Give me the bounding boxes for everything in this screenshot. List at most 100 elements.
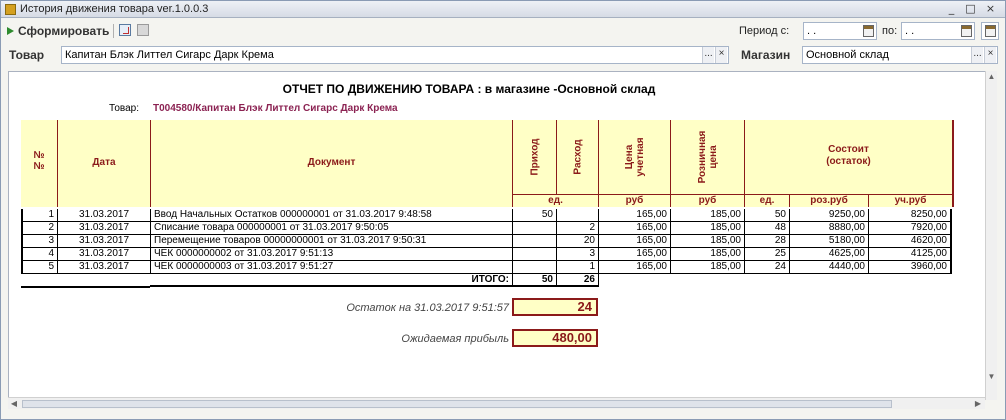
period-from-input[interactable]: . . [803,22,877,40]
cell-date: 31.03.2017 [57,222,150,235]
cell-doc: Перемещение товаров 00000000001 от 31.03… [150,235,512,248]
period-to-value: . . [905,25,915,37]
total-label: ИТОГО: [150,274,512,287]
cell-date: 31.03.2017 [57,235,150,248]
remainder-value: 24 [512,298,598,316]
goods-clear-button[interactable]: × [715,47,727,63]
cell-bal-retail: 4625,00 [789,248,868,261]
cell-num: 1 [21,209,57,222]
cell-bal-qty: 28 [744,235,789,248]
cell-cost: 165,00 [598,235,670,248]
header-document: Документ [150,120,512,207]
header-expense: Расход [556,120,598,194]
scroll-down-icon[interactable]: ▼ [986,371,997,383]
print-icon[interactable] [137,24,149,36]
toolbar: Сформировать Период с: . . по: . . [1,19,1005,43]
profit-value: 480,00 [512,329,598,347]
goods-value: Капитан Блэк Литтел Сигарс Дарк Крема [65,49,274,61]
store-input[interactable]: Основной склад ... × [802,46,998,64]
store-select-button[interactable]: ... [971,47,983,63]
cell-bal-cost: 4620,00 [868,235,952,248]
report-area[interactable]: ОТЧЕТ ПО ДВИЖЕНИЮ ТОВАРА : в магазине -О… [8,71,996,400]
cell-cost: 165,00 [598,248,670,261]
cell-income [512,222,556,235]
window-title: История движения товара ver.1.0.0.3 [20,3,209,15]
total-divider [21,286,150,288]
cell-bal-qty: 25 [744,248,789,261]
header-cost-price: Цена учетная [598,120,670,194]
cell-num: 4 [21,248,57,261]
toolbar-separator [113,24,114,38]
cell-bal-cost: 8250,00 [868,209,952,222]
profit-label: Ожидаемая прибыль [401,333,509,345]
calendar-icon [985,25,996,37]
store-value: Основной склад [806,49,889,61]
settings-icon[interactable] [119,24,131,36]
cell-bal-qty: 24 [744,261,789,274]
cell-income [512,261,556,274]
calendar-icon[interactable] [961,25,972,37]
cell-bal-retail: 8880,00 [789,222,868,235]
unit-cost: руб [598,194,670,207]
total-income: 50 [512,274,556,287]
cell-bal-cost: 4125,00 [868,248,952,261]
period-from-value: . . [807,25,817,37]
period-to-label: по: [882,25,898,37]
calendar-icon[interactable] [863,25,874,37]
header-retail-price: Розничная цена [670,120,744,194]
cell-date: 31.03.2017 [57,248,150,261]
unit-retail: руб [670,194,744,207]
cell-date: 31.03.2017 [57,209,150,222]
cell-bal-qty: 50 [744,209,789,222]
minimize-button[interactable]: _ [944,2,959,16]
store-label: Магазин [741,48,791,62]
report-table: № № Дата Документ Приход Расход Цена уче… [21,120,954,290]
horizontal-scroll-thumb[interactable] [22,400,892,408]
period-to-input[interactable]: . . [901,22,975,40]
cell-doc: Ввод Начальных Остатков 000000001 от 31.… [150,209,512,222]
cell-bal-cost: 7920,00 [868,222,952,235]
maximize-button[interactable]: □ [963,2,978,16]
cell-num: 3 [21,235,57,248]
cell-cost: 165,00 [598,209,670,222]
header-balance: Состоит (остаток) [744,120,952,194]
cell-expense: 20 [556,235,598,248]
unit-bal-cost: уч.руб [868,194,952,207]
cell-cost: 165,00 [598,222,670,235]
header-income: Приход [512,120,556,194]
form-report-button[interactable]: Сформировать [7,22,109,40]
cell-expense: 3 [556,248,598,261]
cell-num: 2 [21,222,57,235]
vertical-scrollbar[interactable]: ▲ ▼ [985,71,997,400]
goods-select-button[interactable]: ... [702,47,714,63]
scroll-right-icon[interactable]: ▶ [972,398,984,409]
scroll-up-icon[interactable]: ▲ [986,71,997,83]
total-end-divider [598,274,599,287]
header-date: Дата [57,120,150,207]
cell-expense: 1 [556,261,598,274]
total-expense: 26 [556,274,598,287]
remainder-label: Остаток на 31.03.2017 9:51:57 [346,302,509,314]
scroll-left-icon[interactable]: ◀ [8,398,20,409]
main-window: История движения товара ver.1.0.0.3 _ □ … [0,0,1006,420]
report-title: ОТЧЕТ ПО ДВИЖЕНИЮ ТОВАРА : в магазине -О… [282,82,656,96]
unit-qty: ед. [512,194,598,207]
cell-retail: 185,00 [670,222,744,235]
report-goods-label: Товар: [109,103,139,114]
cell-retail: 185,00 [670,235,744,248]
cell-date: 31.03.2017 [57,261,150,274]
period-select-button[interactable] [981,22,999,40]
cell-retail: 185,00 [670,209,744,222]
period-from-label: Период с: [739,25,790,37]
goods-input[interactable]: Капитан Блэк Литтел Сигарс Дарк Крема ..… [61,46,729,64]
cell-bal-retail: 5180,00 [789,235,868,248]
cell-bal-retail: 9250,00 [789,209,868,222]
resize-grip-icon[interactable] [991,407,1003,419]
cell-doc: ЧЕК 0000000002 от 31.03.2017 9:51:13 [150,248,512,261]
horizontal-scrollbar[interactable]: ◀ ▶ [8,397,985,409]
store-clear-button[interactable]: × [984,47,996,63]
cell-income: 50 [512,209,556,222]
cell-expense [556,209,598,222]
close-button[interactable]: × [983,2,998,16]
form-report-label: Сформировать [18,24,110,38]
